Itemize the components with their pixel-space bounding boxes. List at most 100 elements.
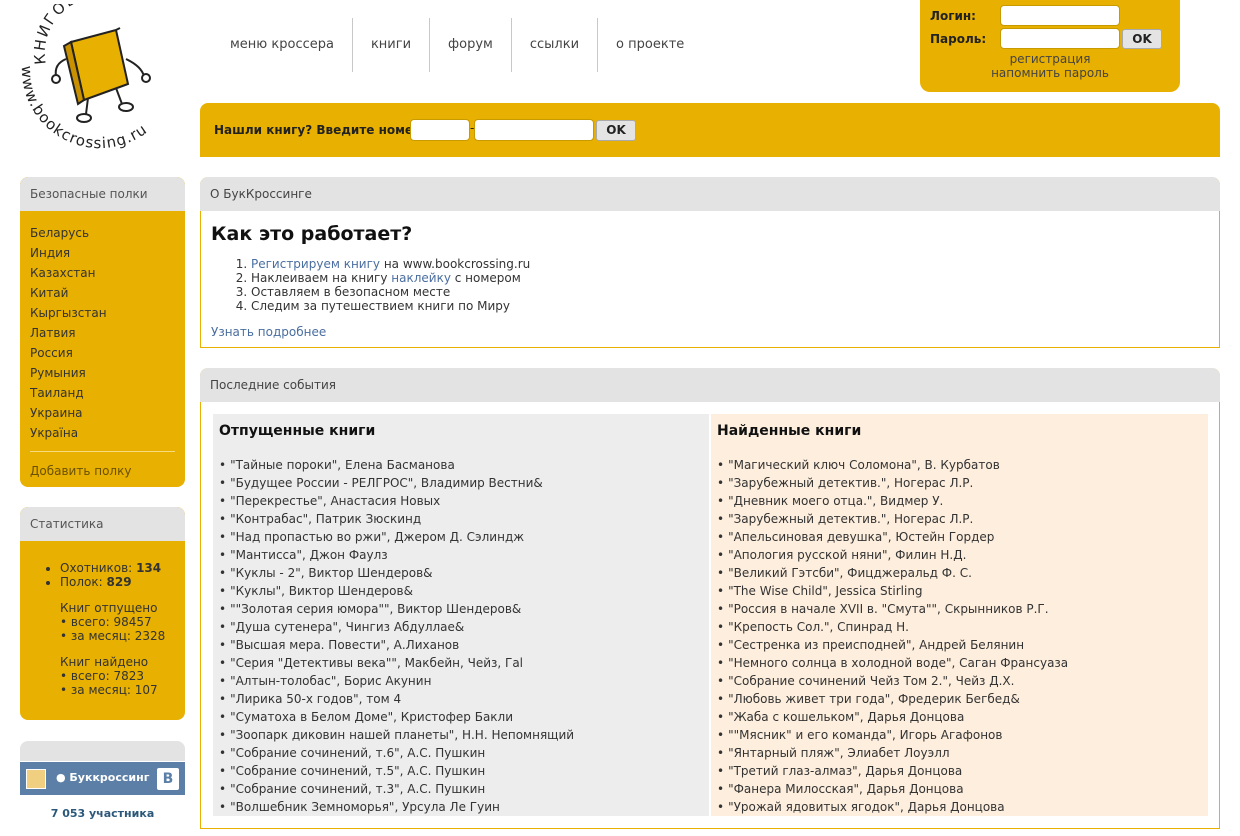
released-total: • всего: 98457 [60, 615, 152, 629]
shelf-country[interactable]: Казахстан [30, 263, 185, 283]
add-shelf-link[interactable]: Добавить полку [20, 452, 185, 478]
step-sticker: Наклеиваем на книгу наклейку с номером [251, 271, 1219, 285]
released-book-item[interactable]: "Тайные пороки", Елена Басманова [219, 456, 703, 474]
released-stats-title: Книг отпущено [60, 601, 158, 615]
nav-links[interactable]: ссылки [512, 18, 599, 72]
steps-list: Регистрируем книгу на www.bookcrossing.r… [251, 257, 1219, 313]
found-book-item[interactable]: "Сестренка из преисподней", Андрей Белян… [717, 636, 1202, 654]
found-book-item[interactable]: "Немного солнца в холодной воде", Саган … [717, 654, 1202, 672]
released-book-item[interactable]: "Алтын-толобас", Борис Акунин [219, 672, 703, 690]
found-book-item[interactable]: "Россия в начале XVII в. "Смута"", Скрын… [717, 600, 1202, 618]
found-book-item[interactable]: "The Wise Child", Jessica Stirling [717, 582, 1202, 600]
recent-events-header: Последние события [200, 368, 1220, 402]
found-book-item[interactable]: "Великий Гэтсби", Фицджеральд Ф. С. [717, 564, 1202, 582]
book-number-input[interactable] [474, 119, 594, 141]
found-book-item[interactable]: "Магический ключ Соломона", В. Курбатов [717, 456, 1202, 474]
vk-members-count[interactable]: 7 053 участника [20, 807, 185, 820]
shelf-country[interactable]: Китай [30, 283, 185, 303]
nav-books[interactable]: книги [353, 18, 431, 72]
nav-crosser-menu[interactable]: меню кроссера [212, 18, 353, 72]
group-avatar-icon [26, 769, 46, 789]
released-book-item[interactable]: "Мантисса", Джон Фаулз [219, 546, 703, 564]
found-book-item[interactable]: "Любовь живет три года", Фредерик Бегбед… [717, 690, 1202, 708]
shelves-list: Беларусь Индия Казахстан Китай Кыргызста… [20, 211, 185, 443]
released-book-item[interactable]: "Волшебник Земноморья", Урсула Ле Гуин [219, 798, 703, 816]
found-book-item[interactable]: "Фанера Милосская", Дарья Донцова [717, 780, 1202, 798]
found-book-item[interactable]: "Третий глаз-алмаз", Дарья Донцова [717, 762, 1202, 780]
released-book-item[interactable]: "Лирика 50-х годов", том 4 [219, 690, 703, 708]
found-book-item[interactable]: "Зарубежный детектив.", Ногерас Л.Р. [717, 474, 1202, 492]
found-book-item[interactable]: "Апология русской няни", Филин Н.Д. [717, 546, 1202, 564]
released-book-item[interactable]: "Над пропастью во ржи", Джером Д. Сэлинд… [219, 528, 703, 546]
vk-group-bar[interactable]: ● Буккроссинг B [20, 762, 185, 795]
released-total-value: 98457 [113, 615, 152, 629]
released-book-item[interactable]: "Душа сутенера", Чингиз Абдуллае& [219, 618, 703, 636]
found-total-value: 7823 [113, 669, 145, 683]
recent-events-panel: Последние события Отпущенные книги "Тайн… [200, 368, 1220, 829]
shelf-country[interactable]: Румыния [30, 363, 185, 383]
shelf-country[interactable]: Таиланд [30, 383, 185, 403]
find-ok-button[interactable]: OK [596, 120, 636, 141]
released-book-item[interactable]: "Зоопарк диковин нашей планеты", Н.Н. Не… [219, 726, 703, 744]
released-book-item[interactable]: "Контрабас", Патрик Зюскинд [219, 510, 703, 528]
shelf-country[interactable]: Беларусь [30, 223, 185, 243]
released-books-title: Отпущенные книги [219, 423, 376, 439]
nav-about[interactable]: о проекте [598, 18, 702, 72]
register-book-link[interactable]: Регистрируем книгу [251, 257, 380, 271]
shelf-country[interactable]: Кыргызстан [30, 303, 185, 323]
released-book-item[interactable]: "Перекрестье", Анастасия Новых [219, 492, 703, 510]
found-book-item[interactable]: "Жаба с кошельком", Дарья Донцова [717, 708, 1202, 726]
released-book-item[interactable]: "Собрание сочинений, т.3", А.С. Пушкин [219, 780, 703, 798]
statistics-panel: Статистика Охотников: 134 Полок: 829 Кни… [20, 507, 185, 720]
step-track: Следим за путешествием книги по Миру [251, 299, 1219, 313]
password-input[interactable] [1000, 28, 1120, 49]
shelf-country[interactable]: Україна [30, 423, 185, 443]
login-input[interactable] [1000, 5, 1120, 26]
released-book-item[interactable]: "Суматоха в Белом Доме", Кристофер Бакли [219, 708, 703, 726]
released-book-item[interactable]: "Собрание сочинений, т.6", А.С. Пушкин [219, 744, 703, 762]
released-book-item[interactable]: "Куклы", Виктор Шендеров& [219, 582, 703, 600]
login-ok-button[interactable]: OK [1122, 29, 1162, 49]
found-books-title: Найденные книги [717, 423, 862, 439]
book-number-prefix-input[interactable] [410, 119, 470, 141]
find-book-bar: Нашли книгу? Введите номер: - OK [200, 103, 1220, 157]
found-month-value: 107 [134, 683, 158, 697]
found-book-item[interactable]: "Янтарный пляж", Элиабет Лоуэлл [717, 744, 1202, 762]
password-label: Пароль: [930, 32, 987, 46]
shelf-country[interactable]: Украина [30, 403, 185, 423]
top-navigation: меню кроссера книги форум ссылки о проек… [212, 18, 702, 72]
hunters-label: Охотников: [60, 561, 133, 575]
found-book-item[interactable]: "Урожай ядовитых ягодок", Дарья Донцова [717, 798, 1202, 816]
found-book-item[interactable]: "Зарубежный детектив.", Ногерас Л.Р. [717, 510, 1202, 528]
found-books-column: Найденные книги "Магический ключ Соломон… [711, 414, 1208, 816]
remind-password-link[interactable]: напомнить пароль [990, 66, 1110, 80]
found-book-item[interactable]: "Дневник моего отца.", Видмер У. [717, 492, 1202, 510]
site-logo[interactable]: КНИГОВОРОТ www.bookcrossing.ru [16, 0, 186, 164]
released-book-item[interactable]: "Собрание сочинений, т.5", А.С. Пушкин [219, 762, 703, 780]
released-book-item[interactable]: "Серия "Детективы века"", Макбейн, Чейз,… [219, 654, 703, 672]
learn-more-link[interactable]: Узнать подробнее [211, 325, 1219, 339]
released-books-list: "Тайные пороки", Елена Басманова "Будуще… [219, 456, 703, 816]
shelf-country[interactable]: Россия [30, 343, 185, 363]
vk-group-name[interactable]: ● Буккроссинг [56, 771, 150, 784]
shelf-country[interactable]: Индия [30, 243, 185, 263]
register-link[interactable]: регистрация [990, 52, 1110, 66]
found-book-item[interactable]: ""Мясник" и его команда", Игорь Агафонов [717, 726, 1202, 744]
found-book-item[interactable]: "Апельсиновая девушка", Юстейн Гордер [717, 528, 1202, 546]
about-header: О БукКроссинге [200, 177, 1220, 211]
released-book-item[interactable]: "Куклы - 2", Виктор Шендеров& [219, 564, 703, 582]
found-book-item[interactable]: "Собрание сочинений Чейз Том 2.", Чейз Д… [717, 672, 1202, 690]
statistics-header: Статистика [20, 507, 185, 541]
step-register: Регистрируем книгу на www.bookcrossing.r… [251, 257, 1219, 271]
nav-forum[interactable]: форум [430, 18, 512, 72]
released-month-value: 2328 [134, 629, 166, 643]
released-book-item[interactable]: "Высшая мера. Повести", А.Лиханов [219, 636, 703, 654]
vk-widget-header [20, 741, 185, 761]
found-book-item[interactable]: "Крепость Сол.", Спинрад Н. [717, 618, 1202, 636]
released-book-item[interactable]: "Будущее России - РЕЛГРОС", Владимир Вес… [219, 474, 703, 492]
step-leave: Оставляем в безопасном месте [251, 285, 1219, 299]
released-book-item[interactable]: ""Золотая серия юмора"", Виктор Шендеров… [219, 600, 703, 618]
sticker-link[interactable]: наклейку [391, 271, 451, 285]
shelf-country[interactable]: Латвия [30, 323, 185, 343]
vk-logo-icon: B [157, 768, 179, 790]
